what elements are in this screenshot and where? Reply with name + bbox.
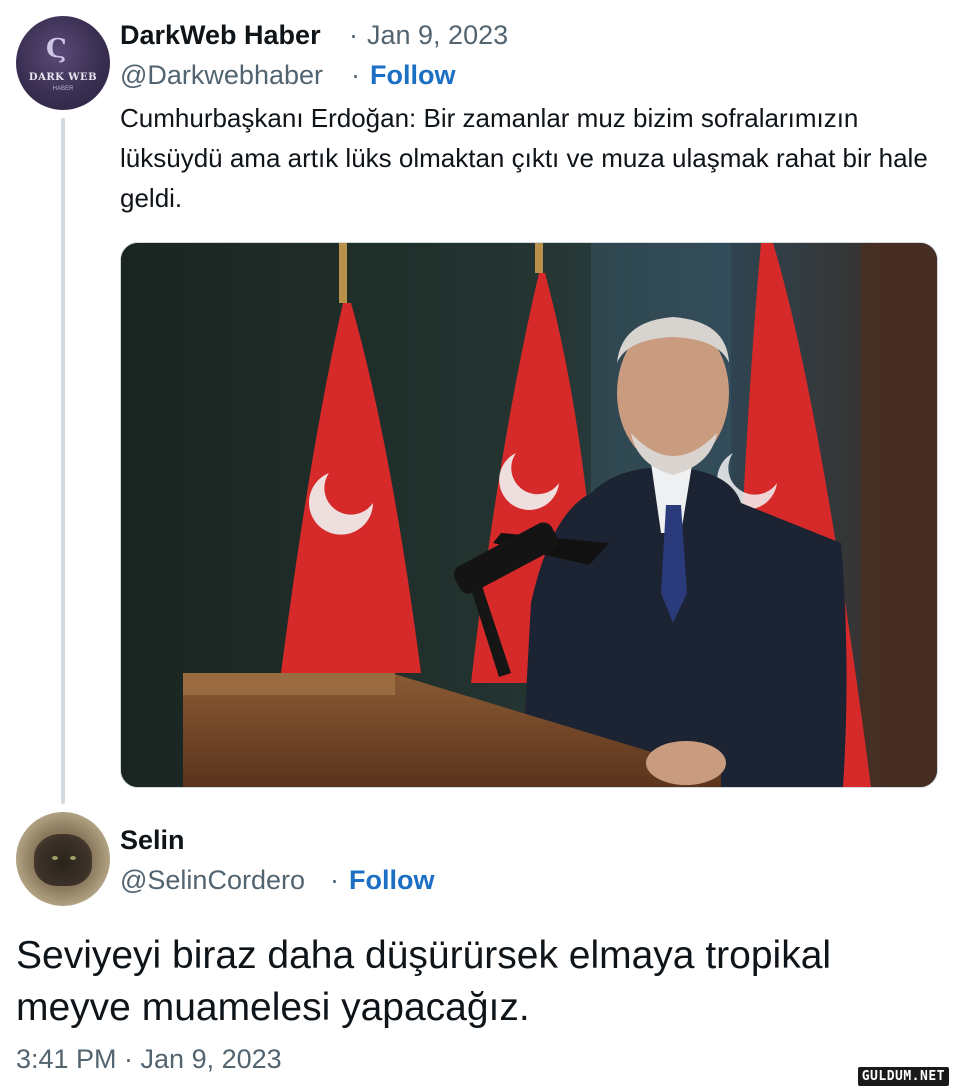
reply-author-handle[interactable]: @SelinCordero [120, 865, 305, 896]
separator-dot: · [351, 60, 360, 90]
avatar-logo-sub: HABER [52, 86, 74, 92]
cat-photo [34, 834, 92, 886]
avatar-glyph-icon: Ϛ [46, 34, 67, 64]
site-watermark: GULDUM.NET [857, 1067, 949, 1086]
erdogan-podium-photo [121, 243, 937, 787]
tweet-text: Cumhurbaşkanı Erdoğan: Bir zamanlar muz … [120, 103, 928, 213]
reply-timestamp[interactable]: 3:41 PM · Jan 9, 2023 [16, 1044, 282, 1075]
author-name[interactable]: DarkWeb Haber [120, 20, 321, 51]
reply-follow-button[interactable]: Follow [349, 865, 434, 896]
cat-eye-icon [70, 856, 76, 860]
tweet-date[interactable]: Jan 9, 2023 [367, 20, 508, 51]
reply-author-name[interactable]: Selin [120, 825, 185, 856]
follow-button[interactable]: Follow [370, 60, 455, 91]
avatar-logo-text: DARK WEB [28, 72, 98, 83]
separator-dot: · [349, 20, 358, 50]
tweet-photo[interactable] [120, 242, 938, 788]
darkweb-avatar[interactable]: Ϛ DARK WEB HABER [16, 16, 110, 110]
reply-text: Seviyeyi biraz daha düşürürsek elmaya tr… [16, 934, 832, 1029]
selin-avatar[interactable] [16, 812, 110, 906]
thread-line [61, 118, 65, 804]
author-handle[interactable]: @Darkwebhaber [120, 60, 323, 91]
cat-eye-icon [52, 856, 58, 860]
separator-dot: · [330, 865, 339, 895]
